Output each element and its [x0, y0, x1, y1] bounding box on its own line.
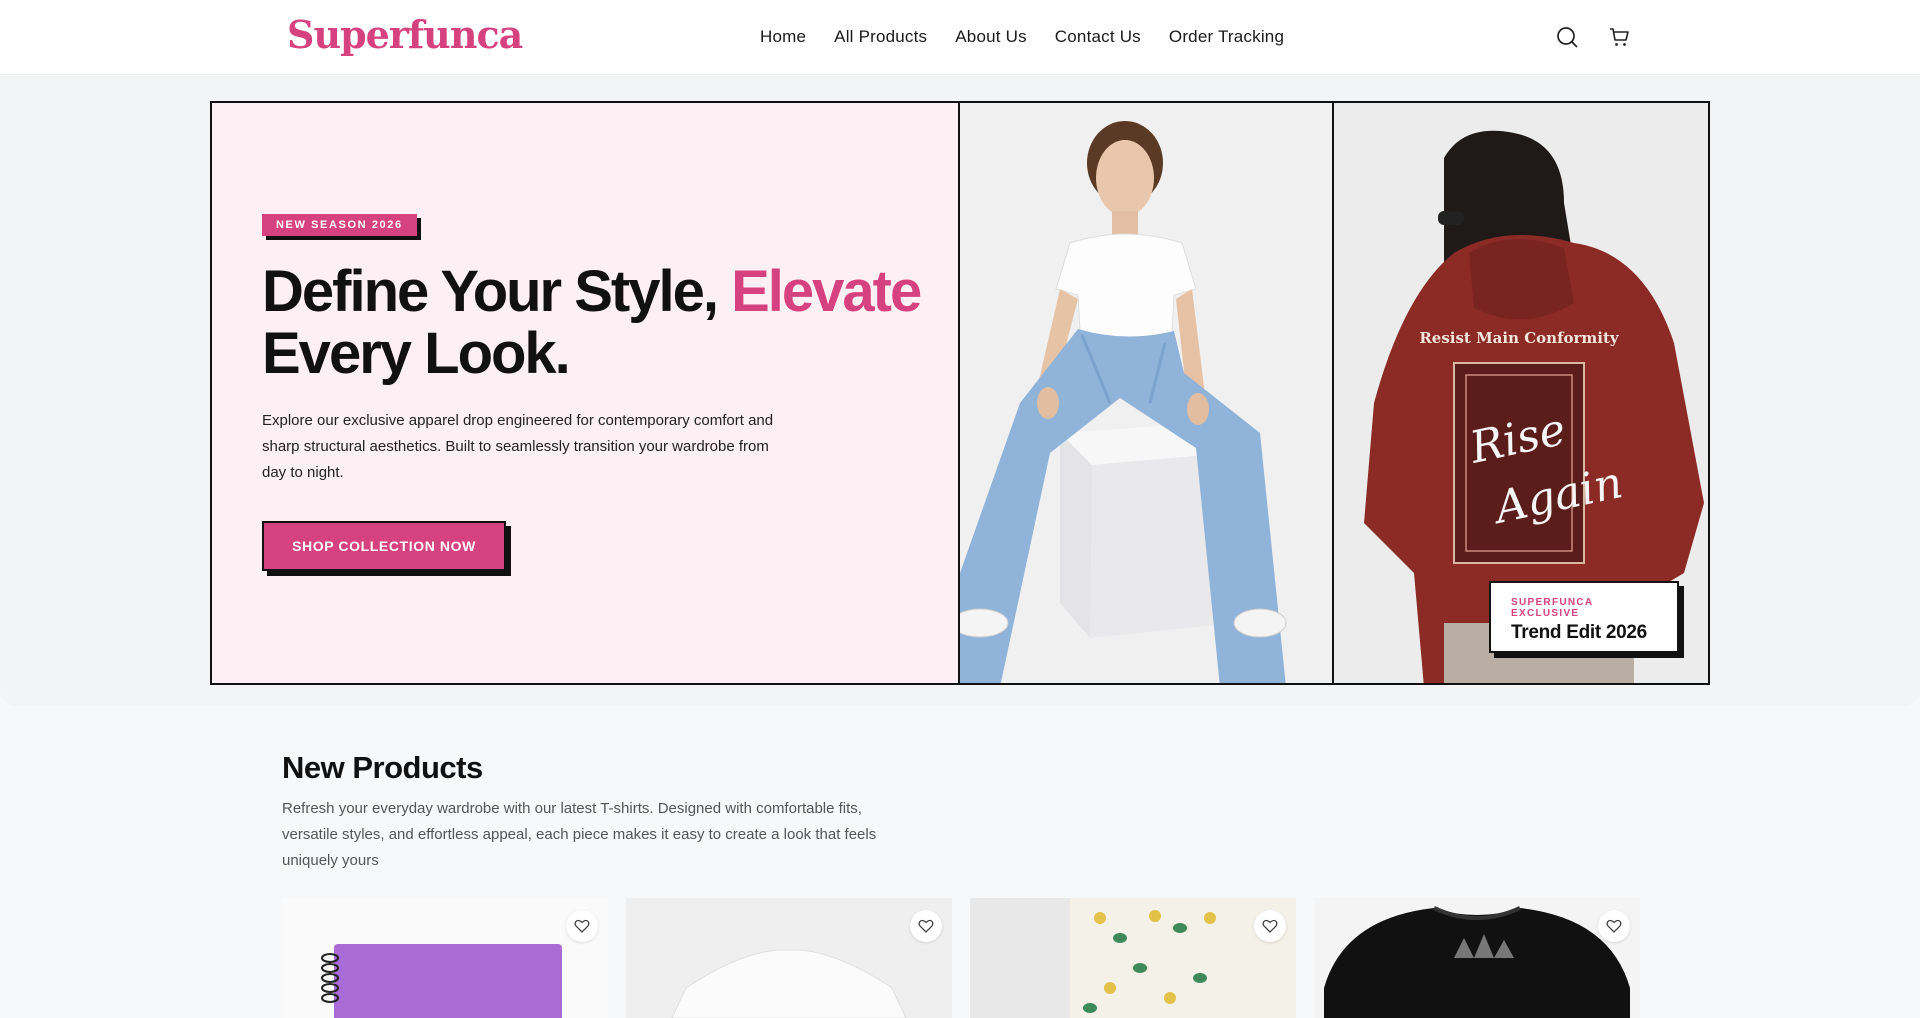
wishlist-heart-icon[interactable] [910, 910, 942, 942]
exclusive-card: SUPERFUNCA EXCLUSIVE Trend Edit 2026 [1489, 581, 1679, 653]
product-card[interactable] [282, 898, 608, 1018]
hero-frame: NEW SEASON 2026 Define Your Style, Eleva… [210, 101, 1710, 685]
nav-all-products[interactable]: All Products [834, 27, 927, 47]
hero-image-hoodie: Resist Main Conformity Rise Again SUPERF… [1334, 103, 1708, 683]
wishlist-heart-icon[interactable] [566, 910, 598, 942]
product-card[interactable] [626, 898, 952, 1018]
brand-logo[interactable]: Superfunca [287, 12, 523, 57]
site-header: Superfunca Home All Products About Us Co… [0, 0, 1920, 75]
hero-description: Explore our exclusive apparel drop engin… [262, 412, 774, 481]
header-actions [1554, 24, 1632, 50]
headline-accent: Elevate [731, 259, 922, 324]
product-image-floral-curtain [970, 898, 1296, 1018]
product-image-notebook [282, 898, 608, 1018]
hero-headline: Define Your Style, Elevate Every Look. [262, 261, 942, 385]
product-image-black-tshirt [1314, 898, 1640, 1018]
product-card[interactable] [970, 898, 1296, 1018]
exclusive-label: SUPERFUNCA EXCLUSIVE [1511, 597, 1594, 619]
model-jeans-illustration [960, 103, 1332, 683]
hoodie-print-top: Resist Main Conformity [1419, 329, 1620, 347]
product-image-white-tshirt [626, 898, 952, 1018]
hero-image-model-jeans [960, 103, 1334, 683]
main-nav: Home All Products About Us Contact Us Or… [760, 27, 1284, 47]
new-products-section: New Products Refresh your everyday wardr… [0, 732, 1920, 1018]
exclusive-title: Trend Edit 2026 [1511, 622, 1647, 643]
wishlist-heart-icon[interactable] [1254, 910, 1286, 942]
wishlist-heart-icon[interactable] [1598, 910, 1630, 942]
headline-text-2: Every Look. [262, 321, 571, 386]
headline-text-1: Define Your Style, [262, 259, 732, 324]
hero-copy-panel: NEW SEASON 2026 Define Your Style, Eleva… [212, 103, 960, 683]
product-card[interactable] [1314, 898, 1640, 1018]
search-icon[interactable] [1554, 24, 1580, 50]
season-badge: NEW SEASON 2026 [262, 214, 417, 236]
cart-icon[interactable] [1606, 24, 1632, 50]
nav-contact-us[interactable]: Contact Us [1055, 27, 1141, 47]
shop-collection-button[interactable]: SHOP COLLECTION NOW [262, 521, 506, 571]
product-grid [282, 898, 1640, 1018]
nav-home[interactable]: Home [760, 27, 806, 47]
section-description: Refresh your everyday wardrobe with our … [282, 800, 877, 869]
hero-section: NEW SEASON 2026 Define Your Style, Eleva… [0, 76, 1920, 706]
nav-order-tracking[interactable]: Order Tracking [1169, 27, 1284, 47]
nav-about-us[interactable]: About Us [955, 27, 1027, 47]
section-title: New Products [282, 750, 483, 785]
